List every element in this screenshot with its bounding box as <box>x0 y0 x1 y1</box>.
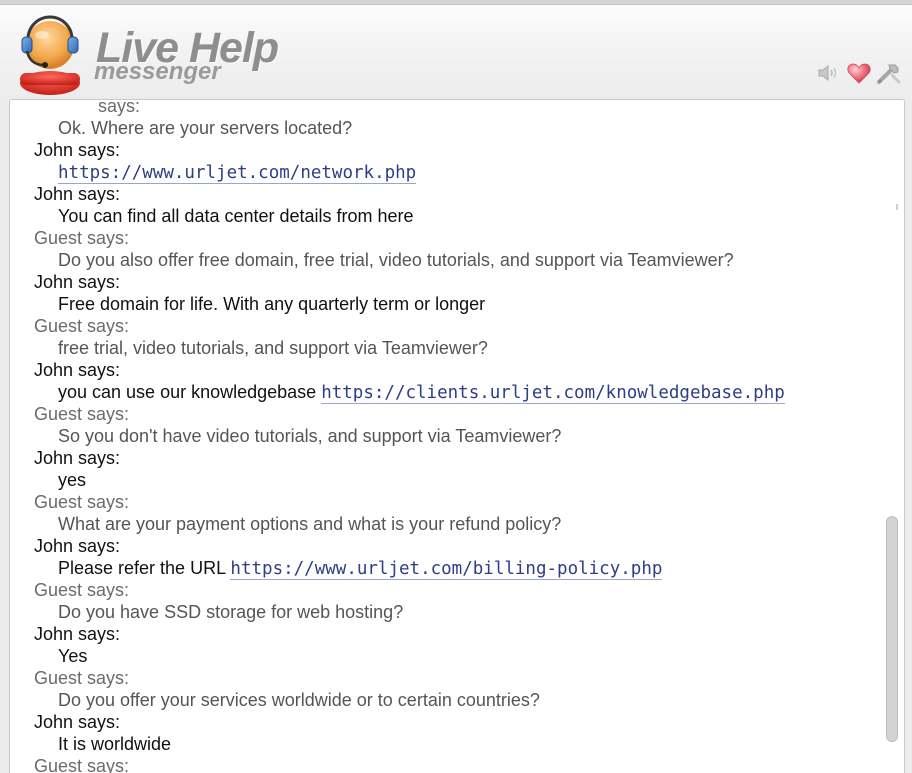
message-sender: Guest says: <box>34 492 130 512</box>
message-text: Do you have SSD storage for web hosting? <box>58 602 404 622</box>
message-text: Ok. Where are your servers located? <box>10 117 880 139</box>
chat-messages: says: says: Ok. Where are your servers l… <box>10 99 880 773</box>
message-text: https://www.urljet.com/network.php <box>10 161 880 184</box>
message-sender-label: says: <box>98 99 141 116</box>
message-text-content: Please refer the URL <box>58 558 231 578</box>
message-text: Please refer the URL https://www.urljet.… <box>10 557 880 580</box>
message-sender: John says: <box>34 536 121 556</box>
message-text: you can use our knowledgebase https://cl… <box>10 381 880 404</box>
logo-subtitle: messenger <box>94 58 221 85</box>
message-text: It is worldwide <box>58 734 172 754</box>
knowledgebase-link[interactable]: https://clients.urljet.com/knowledgebase… <box>321 383 785 404</box>
chat-scrollbar[interactable] <box>886 200 898 742</box>
message-sender: Guest says: <box>34 756 130 773</box>
message-sender: John says: <box>34 272 121 292</box>
message-sender: John says: <box>34 184 121 204</box>
message-sender: Guest says: <box>34 316 130 336</box>
message-text: What are your payment options and what i… <box>58 514 562 534</box>
speaker-icon[interactable] <box>816 60 842 86</box>
header-toolbar <box>812 60 902 86</box>
support-agent-avatar-icon <box>14 13 86 95</box>
message-text: free trial, video tutorials, and support… <box>58 338 488 358</box>
chat-transcript[interactable]: says: says: Ok. Where are your servers l… <box>9 99 905 773</box>
message-text: Yes <box>58 646 88 666</box>
message-sender: says: <box>10 99 880 117</box>
message-text-content: Ok. Where are your servers located? <box>58 118 353 138</box>
message-sender: John says: <box>34 448 121 468</box>
message-text: So you don't have video tutorials, and s… <box>58 426 562 446</box>
message-text-content: you can use our knowledgebase <box>58 382 322 402</box>
heart-icon[interactable] <box>846 60 872 86</box>
message-sender: Guest says: <box>34 580 130 600</box>
message-sender: John says: <box>34 624 121 644</box>
network-link[interactable]: https://www.urljet.com/network.php <box>58 163 417 184</box>
message-sender: John says: <box>34 360 121 380</box>
billing-policy-link[interactable]: https://www.urljet.com/billing-policy.ph… <box>230 559 663 580</box>
message-sender: Guest says: <box>34 228 130 248</box>
message-text: You can find all data center details fro… <box>58 206 414 226</box>
tools-icon[interactable] <box>876 60 902 86</box>
message-text: yes <box>58 470 87 490</box>
message-text: Do you also offer free domain, free tria… <box>58 250 734 270</box>
message-text: Do you offer your services worldwide or … <box>58 690 540 710</box>
message-sender: John says: <box>34 140 121 160</box>
message-sender: Guest says: <box>34 668 130 688</box>
chat-scrollbar-thumb[interactable] <box>886 516 898 742</box>
message-text: Free domain for life. With any quarterly… <box>58 294 486 314</box>
message-sender: John says: <box>34 712 121 732</box>
header: Live Help messenger <box>0 5 912 99</box>
message-sender: Guest says: <box>34 404 130 424</box>
